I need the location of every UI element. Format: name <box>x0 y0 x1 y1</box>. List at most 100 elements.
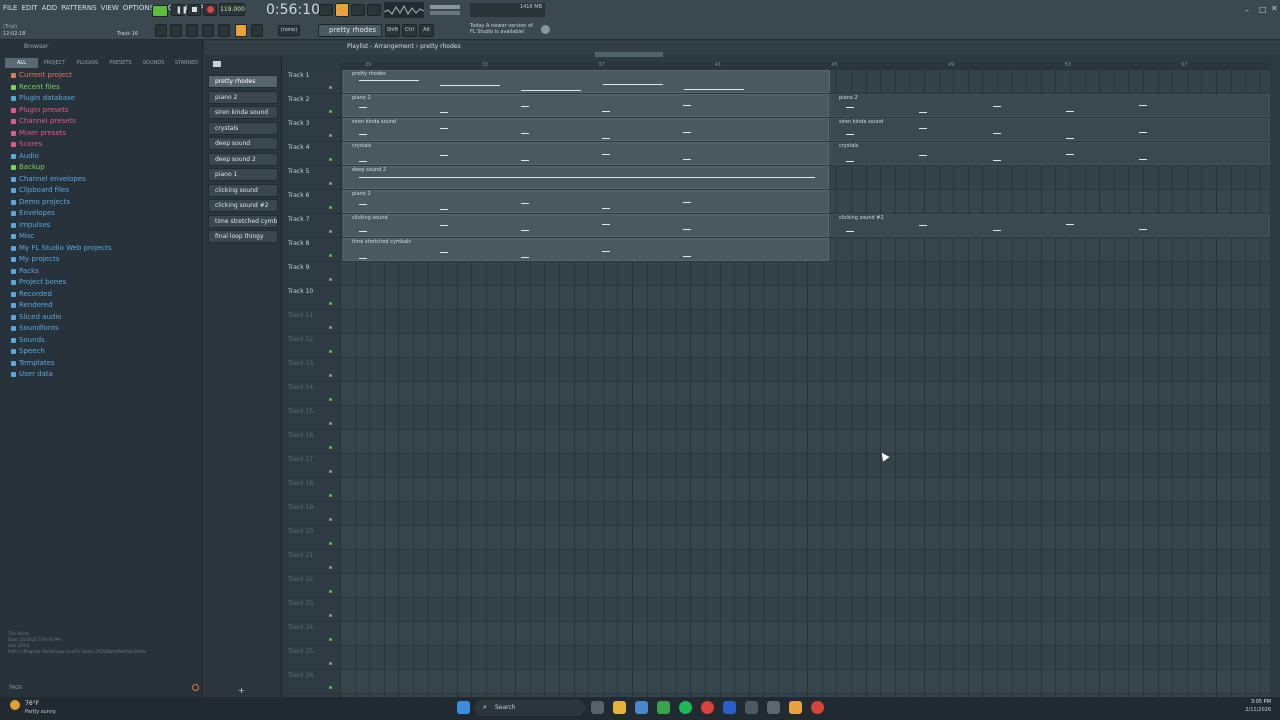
track-active-led[interactable] <box>329 86 332 89</box>
browser-item[interactable]: Sliced audio <box>11 312 62 323</box>
pattern-clip[interactable]: clicking sound #2 <box>830 214 1270 237</box>
browser-item[interactable]: Sounds <box>11 335 45 346</box>
track-header[interactable]: Track 12 <box>285 334 340 358</box>
clip-source-item[interactable]: siren kinda sound <box>208 106 278 119</box>
plugin-picker-icon[interactable] <box>218 24 230 37</box>
browser-item[interactable]: Project bones <box>11 277 66 288</box>
clip-source-item[interactable]: piano 1 <box>208 168 278 181</box>
pattern-clip[interactable]: piano 1 <box>343 190 829 213</box>
stop-button[interactable] <box>187 4 201 16</box>
ctrl-key[interactable]: Ctrl <box>402 24 417 37</box>
clip-source-item[interactable]: deep sound 2 <box>208 152 278 166</box>
browser-tab-project[interactable]: PROJECT <box>38 58 71 68</box>
spotify-icon[interactable] <box>679 701 692 714</box>
app-red-icon[interactable] <box>811 701 824 714</box>
piano-roll-icon[interactable] <box>186 24 198 37</box>
master-pitch[interactable] <box>430 11 460 15</box>
clip-source-item[interactable]: deep sound <box>208 137 278 150</box>
track-active-led[interactable] <box>329 446 332 449</box>
track-header[interactable]: Track 22 <box>285 574 340 598</box>
tempo-display[interactable]: 119.000 <box>219 3 245 16</box>
track-header[interactable]: Track 16 <box>285 430 340 454</box>
clock-date[interactable]: 2/11/2026 <box>1216 707 1271 713</box>
pattern-clip[interactable]: piano 2 <box>343 94 829 117</box>
mic-icon[interactable] <box>251 24 263 37</box>
menu-options[interactable]: OPTIONS <box>123 4 154 12</box>
browser-item[interactable]: Soundfonts <box>11 323 59 334</box>
news-icon[interactable] <box>541 25 550 34</box>
track-lane[interactable] <box>340 598 1270 622</box>
weather-temp[interactable]: 76°F <box>25 700 39 707</box>
browser-item[interactable]: Channel presets <box>11 116 76 127</box>
clip-source-item[interactable]: final loop thingy <box>208 230 278 243</box>
track-header[interactable]: Track 2 <box>285 94 340 118</box>
browser-item[interactable]: Envelopes <box>11 208 55 219</box>
track-lane[interactable] <box>340 550 1270 574</box>
track-header[interactable]: Track 26 <box>285 670 340 694</box>
clip-source-item[interactable]: crystals <box>208 121 278 135</box>
browser-item[interactable]: Misc <box>11 231 34 242</box>
track-header[interactable]: Track 15 <box>285 406 340 430</box>
browser-item[interactable]: Plugin database <box>11 93 75 104</box>
track-active-led[interactable] <box>329 158 332 161</box>
track-active-led[interactable] <box>329 278 332 281</box>
clip-source-icon[interactable] <box>213 61 221 67</box>
track-lane[interactable] <box>340 262 1270 286</box>
browser-item[interactable]: Audio <box>11 151 39 162</box>
track-header[interactable]: Track 3 <box>285 118 340 142</box>
browser-tab-sounds[interactable]: SOUNDS <box>137 58 170 68</box>
track-header[interactable]: Track 25 <box>285 646 340 670</box>
browser-tab-all[interactable]: ALL <box>5 58 38 68</box>
browser-item[interactable]: Recorded <box>11 289 52 300</box>
track-header[interactable]: Track 5 <box>285 166 340 190</box>
track-active-led[interactable] <box>329 494 332 497</box>
alt-key[interactable]: Alt <box>419 24 434 37</box>
menu-view[interactable]: VIEW <box>101 4 119 12</box>
clock-time[interactable]: 3:05 PM <box>1216 699 1271 705</box>
track-active-led[interactable] <box>329 230 332 233</box>
clip-source-item[interactable]: time stretched cymbal <box>208 214 278 228</box>
roblox-icon[interactable] <box>723 701 736 714</box>
track-header[interactable]: Track 7 <box>285 214 340 238</box>
pause-button[interactable]: ❚❚ <box>171 4 188 16</box>
mixer-icon[interactable] <box>202 24 214 37</box>
pattern-clip[interactable]: siren kinda sound <box>343 118 829 141</box>
track-header[interactable]: Track 23 <box>285 598 340 622</box>
metronome-button[interactable] <box>319 4 333 16</box>
track-active-led[interactable] <box>329 350 332 353</box>
clip-source-item[interactable]: clicking sound #2 <box>208 199 278 212</box>
pattern-selector[interactable]: pretty rhodes <box>318 24 382 37</box>
track-lane[interactable] <box>340 478 1270 502</box>
pattern-song-toggle[interactable] <box>152 5 168 17</box>
fl-studio-icon[interactable] <box>789 701 802 714</box>
track-lane[interactable] <box>340 310 1270 334</box>
record-button[interactable] <box>203 4 217 16</box>
browser-tab-starred[interactable]: STARRED <box>170 58 203 68</box>
track-header[interactable]: Track 24 <box>285 622 340 646</box>
track-header[interactable]: Track 18 <box>285 478 340 502</box>
track-active-led[interactable] <box>329 614 332 617</box>
track-header[interactable]: Track 10 <box>285 286 340 310</box>
track-lane[interactable] <box>340 502 1270 526</box>
browser-item[interactable]: Rendered <box>11 300 53 311</box>
track-active-led[interactable] <box>329 686 332 689</box>
browser-item[interactable]: Templates <box>11 358 55 369</box>
browser-item[interactable]: Plugin presets <box>11 105 68 116</box>
browser-item[interactable]: Current project <box>11 70 72 81</box>
track-header[interactable]: Track 9 <box>285 262 340 286</box>
snap-icon[interactable] <box>235 24 247 37</box>
track-active-led[interactable] <box>329 110 332 113</box>
track-header[interactable]: Track 19 <box>285 502 340 526</box>
pattern-clip[interactable]: crystals <box>343 142 829 165</box>
track-active-led[interactable] <box>329 518 332 521</box>
browser-item[interactable]: My FL Studio Web projects <box>11 243 112 254</box>
xbox-icon[interactable] <box>657 701 670 714</box>
track-active-led[interactable] <box>329 326 332 329</box>
browser-item[interactable]: Packs <box>11 266 39 277</box>
browser-item[interactable]: Impulses <box>11 220 50 231</box>
browser-item[interactable]: Recent files <box>11 82 60 93</box>
tags-label[interactable]: TAGS <box>9 685 22 691</box>
track-active-led[interactable] <box>329 662 332 665</box>
track-header[interactable]: Track 13 <box>285 358 340 382</box>
browser-tab-presets[interactable]: PRESETS <box>104 58 137 68</box>
